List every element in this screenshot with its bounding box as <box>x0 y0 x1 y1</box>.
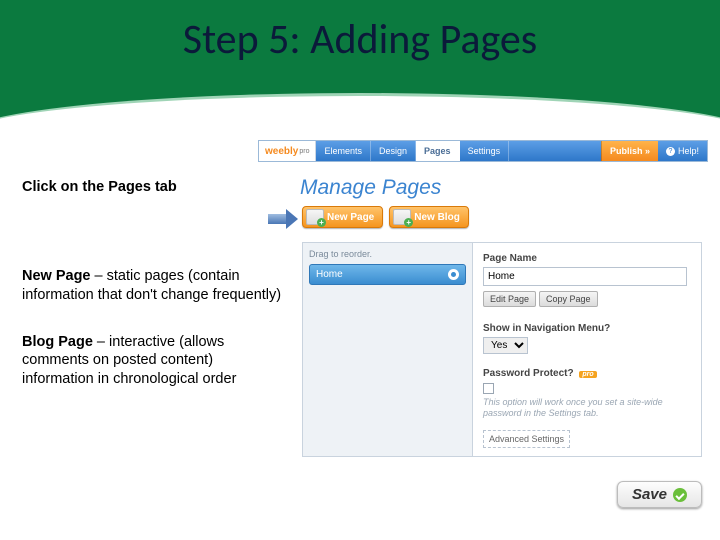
app-toolbar: weeblypro Elements Design Pages Settings… <box>258 140 708 162</box>
check-icon <box>673 488 687 502</box>
page-buttons-row: New Page New Blog <box>302 206 708 228</box>
password-protect-text: Password Protect? <box>483 368 574 379</box>
tab-elements[interactable]: Elements <box>316 141 371 161</box>
weebly-logo: weeblypro <box>259 141 316 161</box>
screenshot-area: weeblypro Elements Design Pages Settings… <box>258 140 708 510</box>
page-name-input[interactable] <box>483 267 687 286</box>
manage-pages-title: Manage Pages <box>300 176 708 200</box>
help-label: Help! <box>678 146 699 156</box>
arrow-indicator <box>268 210 298 228</box>
drag-hint: Drag to reorder. <box>309 249 466 259</box>
save-button-wrap: Save <box>617 481 702 508</box>
password-protect-label: Password Protect? pro <box>483 368 691 379</box>
password-note: This option will work once you set a sit… <box>483 397 691 420</box>
help-link[interactable]: ? Help! <box>658 141 707 161</box>
page-list-column: Drag to reorder. Home <box>303 243 473 456</box>
instruction-click-pages: Click on the Pages tab <box>22 178 292 197</box>
new-blog-label: New Blog <box>414 212 460 223</box>
new-page-label: New Page <box>327 212 374 223</box>
page-settings-column: Page Name Edit Page Copy Page Show in Na… <box>473 243 701 456</box>
page-plus-icon <box>306 209 324 225</box>
desc-new-page: New Page – static pages (contain informa… <box>22 267 292 305</box>
arrow-head-icon <box>286 209 298 229</box>
gear-icon[interactable] <box>448 269 459 280</box>
desc-blog-page-txt2: information in chronological order <box>22 370 292 389</box>
copy-page-button[interactable]: Copy Page <box>539 291 598 307</box>
page-name-label: Page Name <box>483 253 691 264</box>
edit-page-button[interactable]: Edit Page <box>483 291 536 307</box>
logo-pro: pro <box>299 148 309 155</box>
page-list-item-label: Home <box>316 269 343 280</box>
page-action-buttons: Edit Page Copy Page <box>483 291 691 307</box>
manage-pages-panel: Drag to reorder. Home Page Name Edit Pag… <box>302 242 702 457</box>
blog-plus-icon <box>393 209 411 225</box>
slide-header: Step 5: Adding Pages <box>0 0 720 118</box>
desc-blog-page-hd: Blog Page <box>22 334 93 350</box>
nav-menu-label: Show in Navigation Menu? <box>483 323 691 334</box>
arrow-body <box>268 214 288 224</box>
desc-new-page-hd: New Page <box>22 268 91 284</box>
pro-badge: pro <box>579 371 596 378</box>
toolbar-tabs: Elements Design Pages Settings <box>316 141 509 161</box>
advanced-settings-link[interactable]: Advanced Settings <box>483 430 570 448</box>
toolbar-spacer <box>509 141 601 161</box>
tab-settings[interactable]: Settings <box>460 141 510 161</box>
publish-button[interactable]: Publish » <box>601 141 658 161</box>
password-protect-checkbox[interactable] <box>483 383 494 394</box>
new-blog-button[interactable]: New Blog <box>389 206 469 228</box>
page-list-item-home[interactable]: Home <box>309 264 466 285</box>
help-icon: ? <box>666 147 675 156</box>
tab-design[interactable]: Design <box>371 141 416 161</box>
logo-text: weebly <box>265 146 298 157</box>
tab-pages[interactable]: Pages <box>416 141 460 161</box>
slide-title: Step 5: Adding Pages <box>0 14 720 65</box>
page-list-empty <box>309 285 466 450</box>
new-page-button[interactable]: New Page <box>302 206 383 228</box>
instructions-column: Click on the Pages tab New Page – static… <box>22 178 292 389</box>
save-label: Save <box>632 486 667 503</box>
save-button[interactable]: Save <box>617 481 702 508</box>
desc-blog-page: Blog Page – interactive (allows comments… <box>22 333 292 390</box>
nav-menu-select[interactable]: Yes <box>483 337 528 354</box>
